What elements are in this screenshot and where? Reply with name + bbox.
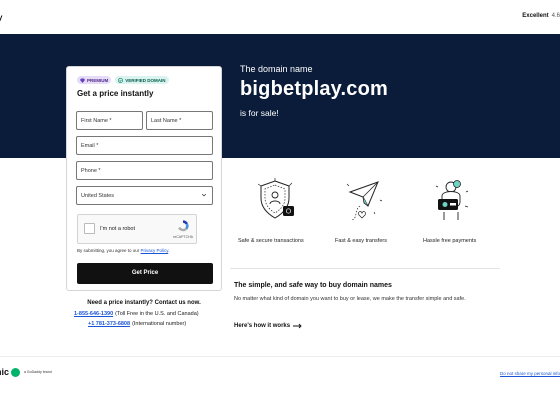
hero-kicker: The domain name	[240, 64, 313, 74]
feature-secure: Safe & secure transactions	[238, 176, 314, 250]
rating-score: 4.6	[551, 13, 560, 19]
payment-icon	[435, 180, 469, 220]
consent-prefix: By submitting, you agree to our	[77, 248, 141, 253]
email-placeholder: Email *	[81, 143, 99, 149]
footer-logo-text: nic	[0, 367, 10, 377]
premium-badge: PREMIUM	[77, 76, 112, 84]
diamond-icon	[80, 78, 85, 83]
recaptcha-checkbox[interactable]	[84, 223, 95, 234]
last-name-placeholder: Last Name *	[151, 118, 182, 124]
badges: PREMIUM VERIFIED DOMAIN	[77, 76, 169, 84]
recaptcha-label: I'm not a robot	[100, 226, 135, 232]
form-title: Get a price instantly	[77, 89, 154, 98]
fast-transfer-icon	[346, 181, 383, 221]
logo-badge-icon	[11, 367, 21, 377]
phone-link-tollfree[interactable]: 1-855-646-1390	[74, 311, 113, 317]
verified-badge-label: VERIFIED DOMAIN	[125, 77, 166, 83]
simple-body: No matter what kind of domain you want t…	[234, 296, 466, 302]
recaptcha-icon	[178, 220, 189, 232]
phone-placeholder: Phone *	[81, 168, 101, 174]
phone-field[interactable]: Phone *	[76, 161, 213, 180]
phone-note-tollfree: (Toll Free in the U.S. and Canada)	[115, 311, 199, 317]
country-select[interactable]: United States	[76, 186, 213, 205]
how-it-works-link[interactable]: Here's how it works	[234, 323, 303, 329]
secure-transaction-icon	[258, 178, 294, 219]
section-divider	[230, 268, 500, 269]
feature-secure-label: Safe & secure transactions	[238, 238, 304, 244]
footer-divider	[0, 356, 560, 357]
consent-text: By submitting, you agree to our Privacy …	[77, 248, 170, 253]
privacy-policy-link[interactable]: Privacy Policy	[141, 248, 169, 253]
recaptcha-widget: I'm not a robot reCAPTCHA	[77, 214, 197, 244]
site-logo[interactable]: y	[0, 13, 2, 22]
price-form-card: PREMIUM VERIFIED DOMAIN Get a price inst…	[66, 66, 222, 291]
feature-payments-label: Hassle free payments	[423, 238, 477, 244]
email-field[interactable]: Email *	[76, 136, 213, 155]
footer-logo[interactable]: nic a GoDaddy brand	[0, 367, 52, 377]
do-not-share-link[interactable]: Do not share my personal info	[500, 371, 560, 376]
recaptcha-brand: reCAPTCHA	[173, 235, 193, 239]
verified-badge: VERIFIED DOMAIN	[115, 76, 169, 84]
domain-name: bigbetplay.com	[240, 78, 389, 100]
phone-note-international: (International number)	[132, 321, 187, 327]
for-sale-text: is for sale!	[240, 108, 279, 118]
phone-line-1: 1-855-646-1390 (Toll Free in the U.S. and…	[74, 311, 199, 317]
get-price-button[interactable]: Get Price	[77, 263, 213, 284]
feature-payments: Hassle free payments	[420, 176, 486, 250]
simple-title: The simple, and safe way to buy domain n…	[234, 282, 392, 289]
contact-block: Need a price instantly? Contact us now. …	[66, 300, 222, 327]
first-name-placeholder: First Name *	[81, 118, 112, 124]
contact-title: Need a price instantly? Contact us now.	[87, 300, 201, 306]
phone-line-2: +1 781-373-6808 (International number)	[88, 321, 186, 327]
how-it-works-label: Here's how it works	[234, 323, 291, 329]
brand-note: a GoDaddy brand	[24, 370, 52, 374]
feature-fast-label: Fast & easy transfers	[335, 238, 387, 244]
first-name-field[interactable]: First Name *	[76, 111, 143, 130]
consent-end: .	[168, 248, 170, 253]
top-bar: y Excellent 4.6	[0, 0, 560, 34]
chevron-down-icon	[201, 193, 207, 197]
trust-rating: Excellent 4.6	[522, 13, 560, 19]
last-name-field[interactable]: Last Name *	[146, 111, 213, 130]
check-circle-icon	[118, 77, 124, 83]
premium-badge-label: PREMIUM	[87, 77, 109, 83]
arrow-right-icon	[293, 323, 302, 329]
phone-link-international[interactable]: +1 781-373-6808	[88, 321, 130, 327]
rating-label: Excellent	[522, 13, 549, 19]
feature-fast: Fast & easy transfers	[332, 176, 398, 250]
country-value: United States	[81, 193, 115, 199]
